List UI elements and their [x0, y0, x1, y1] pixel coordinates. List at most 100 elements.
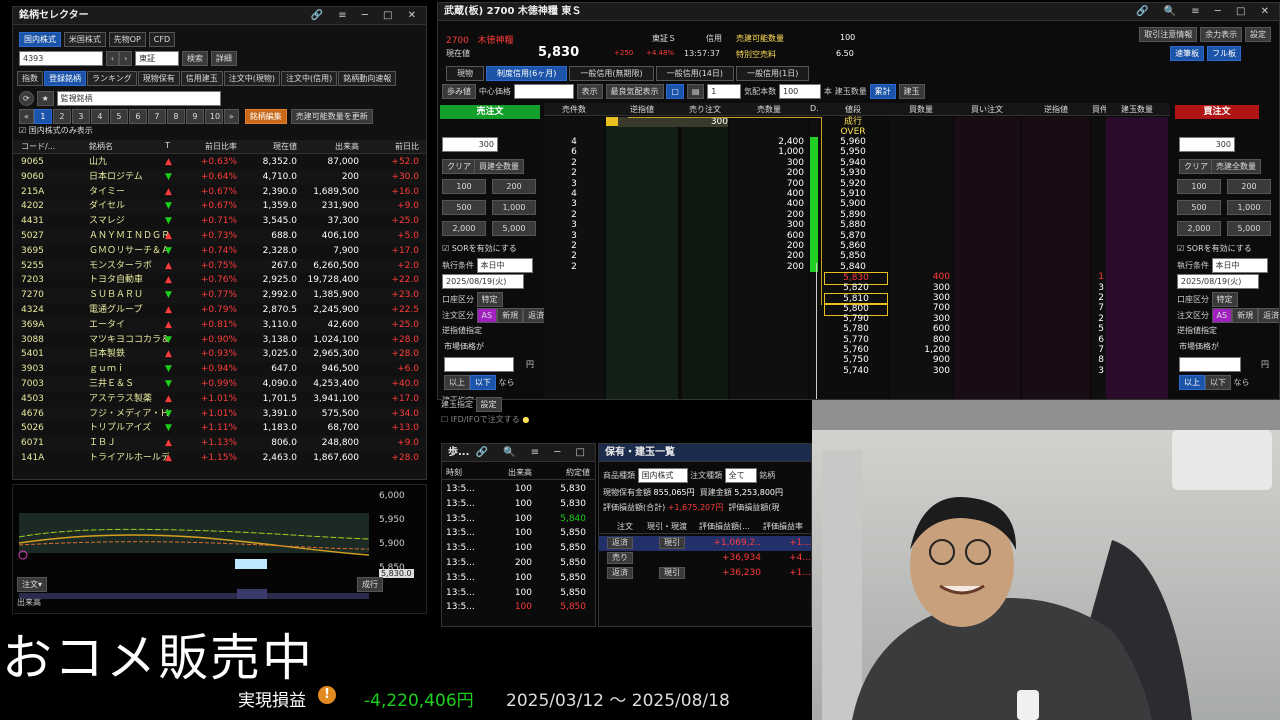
- page-button-7[interactable]: 7: [147, 109, 166, 124]
- stock-row[interactable]: 4503 アステラス製薬 ▲ +1.01% 1,701.5 3,941,100 +17.0: [13, 392, 426, 407]
- caution-info-button[interactable]: 取引注意情報: [1139, 27, 1198, 42]
- market-select[interactable]: 東証: [135, 51, 180, 66]
- stock-row[interactable]: 3695 ＧＭＯリサーチ＆ＡＩ▼ +0.74% 2,328.0 7,900 +17.0: [13, 244, 426, 259]
- prev-arrow-icon[interactable]: ‹: [105, 51, 120, 66]
- settings-button[interactable]: 設定: [1245, 27, 1271, 42]
- clear-button[interactable]: クリア: [442, 159, 476, 174]
- grid-icon[interactable]: ▤: [686, 84, 705, 99]
- step-select[interactable]: 1: [707, 84, 742, 99]
- layout-icon[interactable]: ▢: [666, 84, 684, 99]
- subtab-6[interactable]: 注文中(信用): [281, 71, 338, 86]
- subtab-0[interactable]: 指数: [17, 71, 43, 86]
- bid-row[interactable]: 5,760 1,200 7: [544, 345, 1170, 355]
- page-button-4[interactable]: 4: [90, 109, 109, 124]
- product-type-select[interactable]: 国内株式: [637, 468, 688, 483]
- margin-display-button[interactable]: 余力表示: [1200, 27, 1243, 42]
- stock-row[interactable]: 9060 日本ロジテム ▼ +0.64% 4,710.0 200 +30.0: [13, 169, 426, 185]
- bid-row[interactable]: 5,770 800 6: [544, 335, 1170, 345]
- date-input-right[interactable]: 2025/08/19(火): [1177, 274, 1259, 289]
- close-button-right[interactable]: 返済: [1258, 308, 1279, 323]
- page-next-icon[interactable]: »: [223, 109, 239, 124]
- sell-qty-input[interactable]: 300: [442, 137, 498, 152]
- page-button-9[interactable]: 9: [185, 109, 204, 124]
- tick-button[interactable]: 歩み値: [442, 84, 476, 99]
- page-button-6[interactable]: 6: [128, 109, 147, 124]
- domestic-only-checkbox[interactable]: ☑ 国内株式のみ表示: [19, 125, 93, 136]
- tab-cfd[interactable]: CFD: [148, 32, 176, 47]
- detail-button[interactable]: 詳細: [210, 51, 237, 66]
- stock-row[interactable]: 4431 スマレジ ▼ +0.71% 3,545.0 37,300 +25.0: [13, 214, 426, 229]
- page-button-3[interactable]: 3: [71, 109, 90, 124]
- subtab-2[interactable]: ランキング: [87, 71, 137, 86]
- best-quote-button[interactable]: 最良気配表示: [605, 84, 664, 99]
- tab-us[interactable]: 米国株式: [63, 32, 106, 47]
- list-header-col-3[interactable]: 前日比率: [185, 141, 237, 152]
- board-tab-3[interactable]: 一般信用(14日): [655, 66, 735, 81]
- build-button[interactable]: 建玉: [898, 84, 925, 99]
- sor-checkbox-right[interactable]: ☑ SORを有効にする: [1177, 243, 1252, 254]
- stop-price-input[interactable]: [444, 357, 514, 372]
- sor-checkbox[interactable]: ☑ SORを有効にする: [442, 243, 517, 254]
- quick-qty-1000-button[interactable]: 1,000: [1227, 200, 1271, 215]
- stock-row[interactable]: 369A エータイ ▲ +0.81% 3,110.0 42,600 +25.0: [13, 317, 426, 333]
- next-arrow-icon[interactable]: ›: [119, 51, 133, 66]
- page-button-10[interactable]: 10: [204, 109, 223, 124]
- quick-qty-2000-button[interactable]: 2,000: [1177, 221, 1221, 236]
- quick-qty-500-button[interactable]: 500: [442, 200, 486, 215]
- new-button[interactable]: 新規: [497, 308, 524, 323]
- search-button[interactable]: 検索: [182, 51, 209, 66]
- chart-market-button[interactable]: 成行: [357, 577, 383, 592]
- page-button-5[interactable]: 5: [109, 109, 128, 124]
- stock-row[interactable]: 5026 トリプルアイズ ▼ +1.11% 1,183.0 68,700 +13.0: [13, 421, 426, 436]
- code-input[interactable]: 4393: [19, 51, 103, 66]
- tab-domestic[interactable]: 国内株式: [19, 32, 61, 47]
- account-select-right[interactable]: 特定: [1211, 292, 1238, 307]
- stock-row[interactable]: 6071 ＩＢＪ ▲ +1.13% 806.0 248,800 +9.0: [13, 436, 426, 451]
- buy-qty-input[interactable]: 300: [1179, 137, 1235, 152]
- watchlist-select[interactable]: 監視銘柄: [56, 91, 221, 106]
- board-tab-4[interactable]: 一般信用(1日): [736, 66, 810, 81]
- stock-row[interactable]: 5255 モンスターラボ ▲ +0.75% 267.0 6,260,500 +2.0: [13, 258, 426, 274]
- quick-qty-1000-button[interactable]: 1,000: [492, 200, 536, 215]
- subtab-1[interactable]: 登録銘柄: [44, 71, 86, 86]
- quick-qty-100-button[interactable]: 100: [1177, 179, 1221, 194]
- star-icon[interactable]: ★: [36, 91, 54, 106]
- stock-row[interactable]: 7203 トヨタ自動車 ▲ +0.76% 2,925.0 19,728,400 +22.0: [13, 273, 426, 288]
- quick-qty-100-button[interactable]: 100: [442, 179, 486, 194]
- board-tab-0[interactable]: 現物: [446, 66, 484, 81]
- stop-price-input-right[interactable]: [1179, 357, 1241, 372]
- bid-row[interactable]: 5,750 900 8: [544, 355, 1170, 365]
- date-input[interactable]: 2025/08/19(火): [442, 274, 524, 289]
- as-button[interactable]: AS: [476, 308, 498, 323]
- quick-qty-500-button[interactable]: 500: [1177, 200, 1221, 215]
- list-header-col-4[interactable]: 現在値: [243, 141, 297, 152]
- list-header-col-5[interactable]: 出来高: [303, 141, 359, 152]
- stock-row[interactable]: 215A タイミー ▲ +0.67% 2,390.0 1,689,500 +16.0: [13, 185, 426, 200]
- holding-action-button[interactable]: 返済: [607, 537, 633, 549]
- list-header-col-0[interactable]: コード/...: [21, 141, 81, 152]
- tab-futures[interactable]: 先物OP: [108, 32, 146, 47]
- quick-qty-5000-button[interactable]: 5,000: [492, 221, 536, 236]
- exec-cond-select-right[interactable]: 本日中: [1211, 258, 1268, 273]
- update-sell-qty-button[interactable]: 売建可能数量を更新: [290, 109, 373, 124]
- board-tab-2[interactable]: 一般信用(無期限): [569, 66, 654, 81]
- center-price-input[interactable]: [513, 84, 574, 99]
- list-header-col-6[interactable]: 前日比: [365, 141, 419, 152]
- quick-qty-5000-button[interactable]: 5,000: [1227, 221, 1271, 236]
- subtab-4[interactable]: 信用建玉: [180, 71, 223, 86]
- holding-delivery-button[interactable]: 現引: [659, 567, 685, 579]
- speed-board-button[interactable]: 速筆板: [1170, 46, 1205, 61]
- clear-button-right[interactable]: クリア: [1179, 159, 1213, 174]
- stock-row[interactable]: 9065 山九 ▲ +0.63% 8,352.0 87,000 +52.0: [13, 155, 426, 170]
- refresh-icon[interactable]: ⟳: [19, 91, 34, 106]
- quick-qty-2000-button[interactable]: 2,000: [442, 221, 486, 236]
- order-type-select[interactable]: 全て: [724, 468, 757, 483]
- exec-cond-select[interactable]: 本日中: [476, 258, 533, 273]
- stock-row[interactable]: 3088 マツキヨココカラ＆カンパ...▼ +0.90% 3,138.0 1,024,1…: [13, 333, 426, 348]
- above-button[interactable]: 以上: [444, 375, 470, 390]
- list-header-col-1[interactable]: 銘柄名: [89, 141, 169, 152]
- new-button-right[interactable]: 新規: [1232, 308, 1259, 323]
- sell-all-qty-button[interactable]: 売建全数量: [1211, 159, 1261, 174]
- page-button-2[interactable]: 2: [52, 109, 71, 124]
- show-button[interactable]: 表示: [576, 84, 603, 99]
